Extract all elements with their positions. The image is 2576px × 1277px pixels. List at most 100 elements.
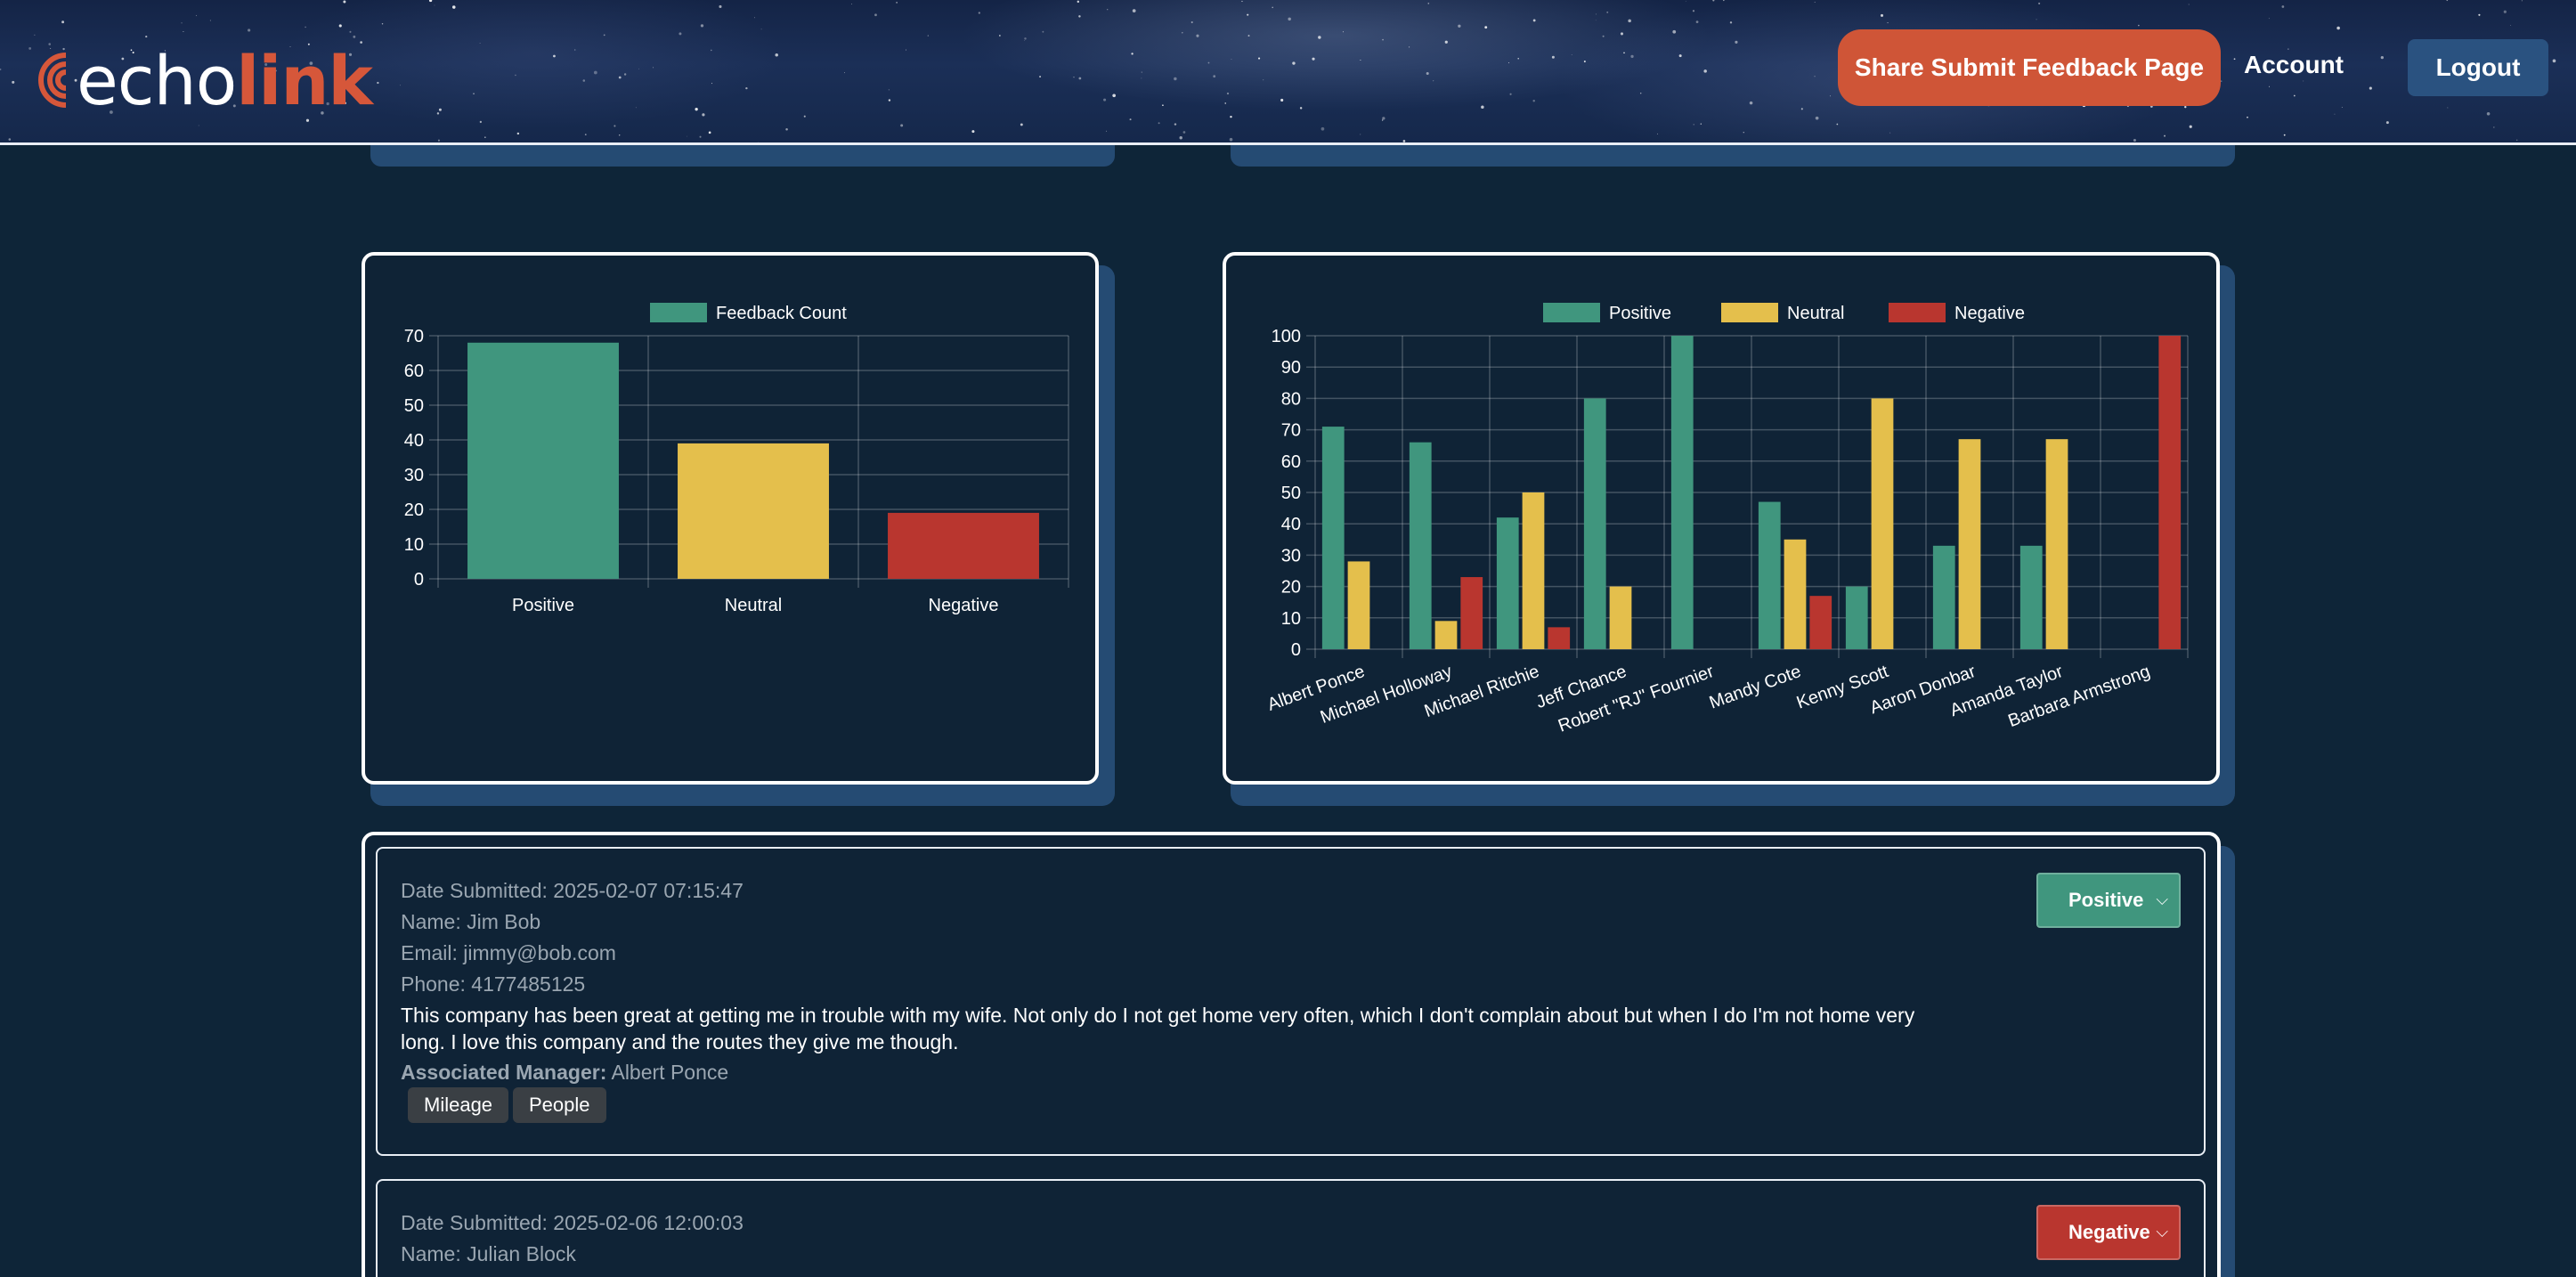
star — [1695, 20, 1699, 24]
previous-card-bottom — [370, 145, 1115, 167]
star — [619, 134, 621, 136]
legend-label: Negative — [1954, 304, 2025, 323]
y-tick-label: 20 — [1281, 578, 1301, 598]
star — [745, 86, 748, 90]
star — [1207, 61, 1210, 64]
feedback-date: Date Submitted: 2025-02-07 07:15:47 — [401, 879, 744, 902]
echolink-logo[interactable]: echo link — [30, 36, 373, 125]
logo-echo-text: echo — [77, 40, 237, 120]
star — [785, 127, 788, 131]
star — [2133, 138, 2136, 142]
star — [574, 49, 576, 51]
feedback-manager: Associated Manager: Albert Ponce — [401, 1061, 728, 1085]
share-feedback-page-button[interactable]: Share Submit Feedback Page — [1838, 29, 2221, 106]
star — [1105, 130, 1108, 132]
star — [428, 0, 433, 3]
star — [1700, 123, 1702, 125]
feedback-date: Date Submitted: 2025-02-06 12:00:03 — [401, 1211, 744, 1234]
star — [635, 107, 637, 109]
star — [2138, 24, 2140, 27]
star — [1735, 40, 1738, 44]
star — [1129, 118, 1132, 121]
manager-name: Albert Ponce — [606, 1061, 729, 1084]
bar — [1347, 561, 1370, 649]
bar — [888, 512, 1039, 579]
star — [803, 115, 806, 118]
y-tick-label: 60 — [404, 362, 424, 381]
star — [760, 28, 762, 30]
star — [1606, 11, 1609, 13]
star — [436, 112, 440, 115]
star — [516, 132, 520, 135]
star — [2189, 125, 2192, 128]
star — [338, 24, 342, 28]
legend-swatch — [1721, 303, 1778, 322]
star — [0, 68, 2, 70]
star — [978, 12, 980, 14]
star — [1602, 35, 1605, 37]
star — [305, 26, 306, 28]
y-tick-label: 30 — [1281, 546, 1301, 565]
bar — [1809, 596, 1832, 649]
star — [2247, 116, 2248, 118]
legend-label: Neutral — [1787, 304, 1844, 323]
y-tick-label: 10 — [404, 535, 424, 555]
bar — [1434, 621, 1458, 649]
star — [1174, 77, 1177, 81]
star — [2038, 2, 2041, 4]
bar — [2045, 439, 2068, 649]
chevron-down-icon: ⌵ — [2156, 1223, 2168, 1240]
star — [1723, 0, 1725, 2]
star — [679, 32, 682, 36]
star — [695, 107, 698, 111]
star — [603, 34, 605, 37]
star — [2220, 80, 2223, 82]
legend-swatch — [650, 303, 707, 322]
feedback-phone: Phone: 4177485125 — [401, 972, 586, 996]
bar — [1583, 398, 1606, 649]
chevron-down-icon: ⌵ — [2156, 891, 2168, 908]
bar — [1670, 336, 1694, 649]
star — [1628, 19, 1631, 23]
star — [1131, 53, 1134, 55]
feedback-text: This company has been great at getting m… — [401, 1004, 1915, 1053]
star — [2521, 0, 2523, 2]
star — [1288, 17, 1291, 21]
account-link[interactable]: Account — [2244, 51, 2344, 79]
sentiment-value: Positive — [2068, 889, 2144, 911]
star — [1444, 40, 1448, 44]
sentiment-dropdown[interactable]: Negative ⌵ — [2036, 1205, 2181, 1260]
star — [1800, 108, 1803, 110]
star — [1024, 37, 1027, 40]
star — [2478, 13, 2481, 16]
bar — [1496, 517, 1519, 649]
star — [2188, 4, 2190, 5]
star — [711, 83, 713, 85]
logout-button[interactable]: Logout — [2408, 39, 2548, 96]
star — [700, 24, 704, 28]
star — [888, 89, 890, 91]
star — [8, 138, 12, 141]
y-tick-label: 10 — [1281, 609, 1301, 629]
star — [195, 14, 198, 17]
feedback-tag: People — [513, 1087, 606, 1123]
star — [1318, 36, 1321, 39]
star — [1360, 59, 1361, 61]
star — [971, 130, 975, 134]
star — [1712, 0, 1715, 2]
star — [900, 124, 904, 127]
bar — [1845, 586, 1868, 649]
feedback-item: Date Submitted: 2025-02-06 12:00:03 Name… — [376, 1179, 2206, 1277]
star — [1213, 75, 1216, 78]
star — [1729, 21, 1733, 24]
star — [381, 23, 384, 25]
y-tick-label: 40 — [404, 431, 424, 451]
feedback-name: Name: Julian Block — [401, 1242, 576, 1265]
star — [708, 131, 711, 134]
star — [1107, 9, 1109, 11]
star — [1402, 140, 1406, 142]
sentiment-dropdown[interactable]: Positive ⌵ — [2036, 873, 2181, 928]
star — [1508, 62, 1510, 64]
star — [1023, 40, 1025, 41]
star — [1112, 94, 1116, 98]
